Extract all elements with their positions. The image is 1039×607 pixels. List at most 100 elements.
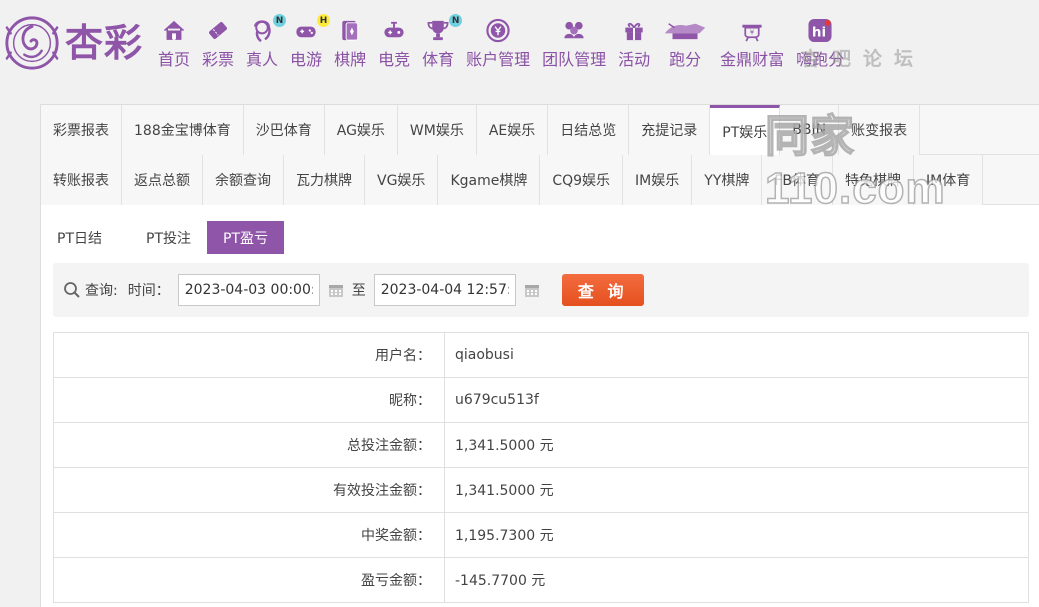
subtab-pt-bets[interactable]: PT投注	[130, 221, 207, 254]
query-button[interactable]: 查 询	[561, 274, 644, 306]
nav-label: 首页	[158, 50, 191, 69]
nav-item-egames[interactable]: H 电游	[290, 14, 331, 70]
report-tabs-row-2: 转账报表 返点总额 余额查询 瓦力棋牌 VG娱乐 Kgame棋牌 CQ9娱乐 I…	[41, 155, 1039, 205]
wealth-tripod-icon: ¥	[742, 24, 762, 42]
tab-balance-change-report[interactable]: 账变报表	[839, 105, 921, 155]
team-icon	[564, 21, 584, 39]
report-tabs-row-1: 彩票报表 188金宝博体育 沙巴体育 AG娱乐 WM娱乐 AE娱乐 日结总览 充…	[41, 105, 1039, 155]
tab-transfer-report[interactable]: 转账报表	[41, 155, 122, 205]
query-bar: 查询: 时间： 至 查 询	[53, 263, 1029, 317]
trophy-icon	[427, 20, 449, 41]
tab-ae-entertainment[interactable]: AE娱乐	[476, 105, 549, 155]
nav-label: 体育	[422, 50, 455, 69]
nav-item-account[interactable]: 账户管理	[466, 18, 530, 70]
calendar-icon[interactable]	[524, 282, 540, 298]
row-key: 盈亏金额：	[53, 557, 445, 603]
table-row: 用户名： qiaobusi	[53, 332, 1029, 378]
tab-yy-chess[interactable]: YY棋牌	[692, 155, 763, 205]
tab-wali-chess[interactable]: 瓦力棋牌	[284, 155, 365, 205]
row-value: -145.7700 元	[444, 557, 1029, 603]
pt-subtabs: PT日结 PT投注 PT盈亏	[41, 205, 1039, 259]
nav-label: 账户管理	[466, 50, 531, 69]
hot-badge: H	[317, 14, 331, 27]
running-promo-icon	[664, 23, 706, 40]
profit-loss-table: 用户名： qiaobusi 昵称： u679cu513f 总投注金额： 1,34…	[53, 332, 1029, 603]
tab-wm-entertainment[interactable]: WM娱乐	[397, 105, 477, 155]
nav-label: 活动	[618, 50, 651, 69]
hi-app-icon: hi	[808, 18, 832, 43]
row-value: 1,195.7300 元	[444, 512, 1029, 558]
table-row: 盈亏金额： -145.7700 元	[53, 557, 1029, 603]
yen-coin-icon	[486, 18, 510, 43]
nav-label: 棋牌	[334, 50, 367, 69]
row-key: 昵称：	[53, 377, 445, 423]
tab-ag-entertainment[interactable]: AG娱乐	[324, 105, 398, 155]
report-panel: 彩票报表 188金宝博体育 沙巴体育 AG娱乐 WM娱乐 AE娱乐 日结总览 充…	[40, 104, 1039, 607]
search-icon	[64, 282, 80, 298]
brand-name: 杏彩	[65, 20, 144, 65]
tab-vg-entertainment[interactable]: VG娱乐	[365, 155, 439, 205]
end-date-input[interactable]	[373, 274, 516, 306]
nav-item-lottery[interactable]: 彩票	[202, 18, 234, 70]
nav-label: 金鼎财富	[720, 50, 785, 69]
nav-item-esports[interactable]: 电竞	[378, 18, 410, 70]
svg-text:hi: hi	[812, 25, 826, 40]
gamepad-icon	[296, 26, 316, 38]
tab-rebate-total[interactable]: 返点总额	[122, 155, 203, 205]
tab-im-entertainment[interactable]: IM娱乐	[623, 155, 693, 205]
lottery-ticket-icon	[209, 22, 227, 39]
home-icon	[163, 20, 185, 40]
nav-item-running-score[interactable]: 跑分	[662, 18, 708, 70]
svg-text:¥: ¥	[750, 28, 754, 36]
row-key: 总投注金额：	[53, 422, 445, 468]
tab-188bet-sports[interactable]: 188金宝博体育	[122, 105, 244, 155]
tab-kgame-chess[interactable]: Kgame棋牌	[438, 155, 541, 205]
tab-bbin[interactable]: BBIN	[780, 105, 840, 155]
nav-item-hi-running[interactable]: hi 嗨跑分	[796, 18, 844, 70]
nav-item-sports[interactable]: N 体育	[422, 14, 463, 70]
nav-item-team[interactable]: 团队管理	[542, 18, 606, 70]
nav-item-promotions[interactable]: 活动	[618, 18, 650, 70]
nav-item-live[interactable]: N 真人	[246, 14, 287, 70]
nav-label: 嗨跑分	[796, 50, 845, 69]
row-key: 有效投注金额：	[53, 467, 445, 513]
nav-label: 电游	[290, 50, 323, 69]
tab-lottery-report[interactable]: 彩票报表	[41, 105, 122, 155]
esports-gamepad-icon	[384, 21, 404, 38]
nav-label: 团队管理	[542, 50, 607, 69]
to-label: 至	[351, 283, 366, 299]
table-row: 昵称： u679cu513f	[53, 377, 1029, 423]
tab-balance-query[interactable]: 余额查询	[203, 155, 284, 205]
tab-tetu-chess[interactable]: 特兔棋牌	[833, 155, 915, 205]
nav-label: 电竞	[378, 50, 411, 69]
tab-saba-sports[interactable]: 沙巴体育	[243, 105, 325, 155]
subtab-pt-daily[interactable]: PT日结	[55, 221, 130, 254]
tab-im-sports[interactable]: IM体育	[914, 155, 984, 205]
calendar-icon[interactable]	[328, 282, 344, 298]
tab-pt-entertainment[interactable]: PT娱乐	[710, 105, 781, 155]
tab-daily-overview[interactable]: 日结总览	[548, 105, 630, 155]
table-row: 有效投注金额： 1,341.5000 元	[53, 467, 1029, 513]
row-value: u679cu513f	[444, 377, 1029, 423]
main-nav: 首页 彩票 N 真人 H 电游 棋牌 电竞 N 体育 账户管理 团队管理 活动 …	[152, 14, 850, 70]
goddess-logo-icon	[5, 16, 59, 70]
nav-label: 真人	[246, 50, 279, 69]
top-header: 杏彩 首页 彩票 N 真人 H 电游 棋牌 电竞 N 体育 账户管理 团队管理 …	[0, 0, 1039, 82]
new-badge: N	[273, 14, 287, 27]
row-key: 用户名：	[53, 332, 445, 378]
nav-label: 跑分	[669, 50, 702, 69]
tab-deposit-withdraw[interactable]: 充提记录	[629, 105, 711, 155]
new-badge: N	[449, 14, 463, 27]
nav-item-home[interactable]: 首页	[158, 18, 190, 70]
row-value: 1,341.5000 元	[444, 422, 1029, 468]
start-date-input[interactable]	[177, 274, 320, 306]
nav-label: 彩票	[202, 50, 235, 69]
nav-item-wealth[interactable]: ¥ 金鼎财富	[720, 18, 784, 70]
live-dealer-icon	[254, 20, 271, 43]
tab-fb-sports[interactable]: FB体育	[762, 155, 834, 205]
nav-item-chess[interactable]: 棋牌	[334, 18, 366, 70]
brand-logo[interactable]: 杏彩	[3, 12, 153, 74]
subtab-pt-profit-loss[interactable]: PT盈亏	[207, 221, 284, 254]
row-key: 中奖金额：	[53, 512, 445, 558]
tab-cq9-entertainment[interactable]: CQ9娱乐	[540, 155, 624, 205]
